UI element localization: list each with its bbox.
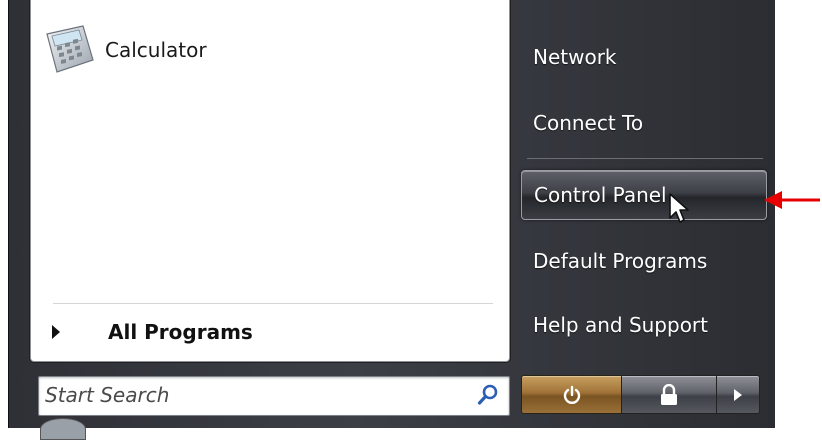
menu-item-connect-to[interactable]: Connect To bbox=[521, 100, 765, 146]
power-button[interactable] bbox=[521, 375, 622, 414]
menu-item-label: Network bbox=[533, 45, 617, 69]
menu-item-label: Default Programs bbox=[533, 249, 708, 273]
arrow-right-icon bbox=[734, 388, 742, 401]
search-box bbox=[38, 376, 510, 416]
power-icon bbox=[563, 385, 580, 404]
more-options-button[interactable] bbox=[716, 375, 760, 414]
all-programs-label: All Programs bbox=[108, 320, 253, 344]
programs-pane: Calculator All Programs bbox=[30, 0, 510, 362]
program-item-calculator[interactable]: Calculator bbox=[41, 20, 481, 84]
mouse-cursor-icon bbox=[669, 193, 689, 223]
start-menu: Calculator All Programs Network Connect … bbox=[8, 0, 775, 428]
menu-item-help-and-support[interactable]: Help and Support bbox=[521, 302, 765, 348]
menu-item-network[interactable]: Network bbox=[521, 34, 765, 80]
start-orb-icon[interactable] bbox=[40, 418, 86, 440]
divider bbox=[53, 303, 493, 304]
all-programs-button[interactable]: All Programs bbox=[31, 310, 501, 354]
calculator-icon bbox=[46, 25, 94, 73]
menu-item-label: Connect To bbox=[533, 111, 644, 135]
lock-button[interactable] bbox=[621, 375, 717, 414]
menu-item-default-programs[interactable]: Default Programs bbox=[521, 238, 765, 284]
search-icon[interactable] bbox=[477, 384, 499, 406]
menu-item-label: Help and Support bbox=[533, 313, 708, 337]
lock-icon bbox=[661, 383, 677, 405]
program-label-calculator: Calculator bbox=[105, 38, 207, 62]
separator bbox=[527, 158, 763, 159]
search-input[interactable] bbox=[39, 377, 459, 413]
red-arrow-icon bbox=[764, 191, 820, 209]
arrow-right-icon bbox=[52, 325, 60, 339]
menu-item-control-panel[interactable]: Control Panel bbox=[521, 170, 767, 220]
menu-item-label: Control Panel bbox=[534, 183, 667, 207]
